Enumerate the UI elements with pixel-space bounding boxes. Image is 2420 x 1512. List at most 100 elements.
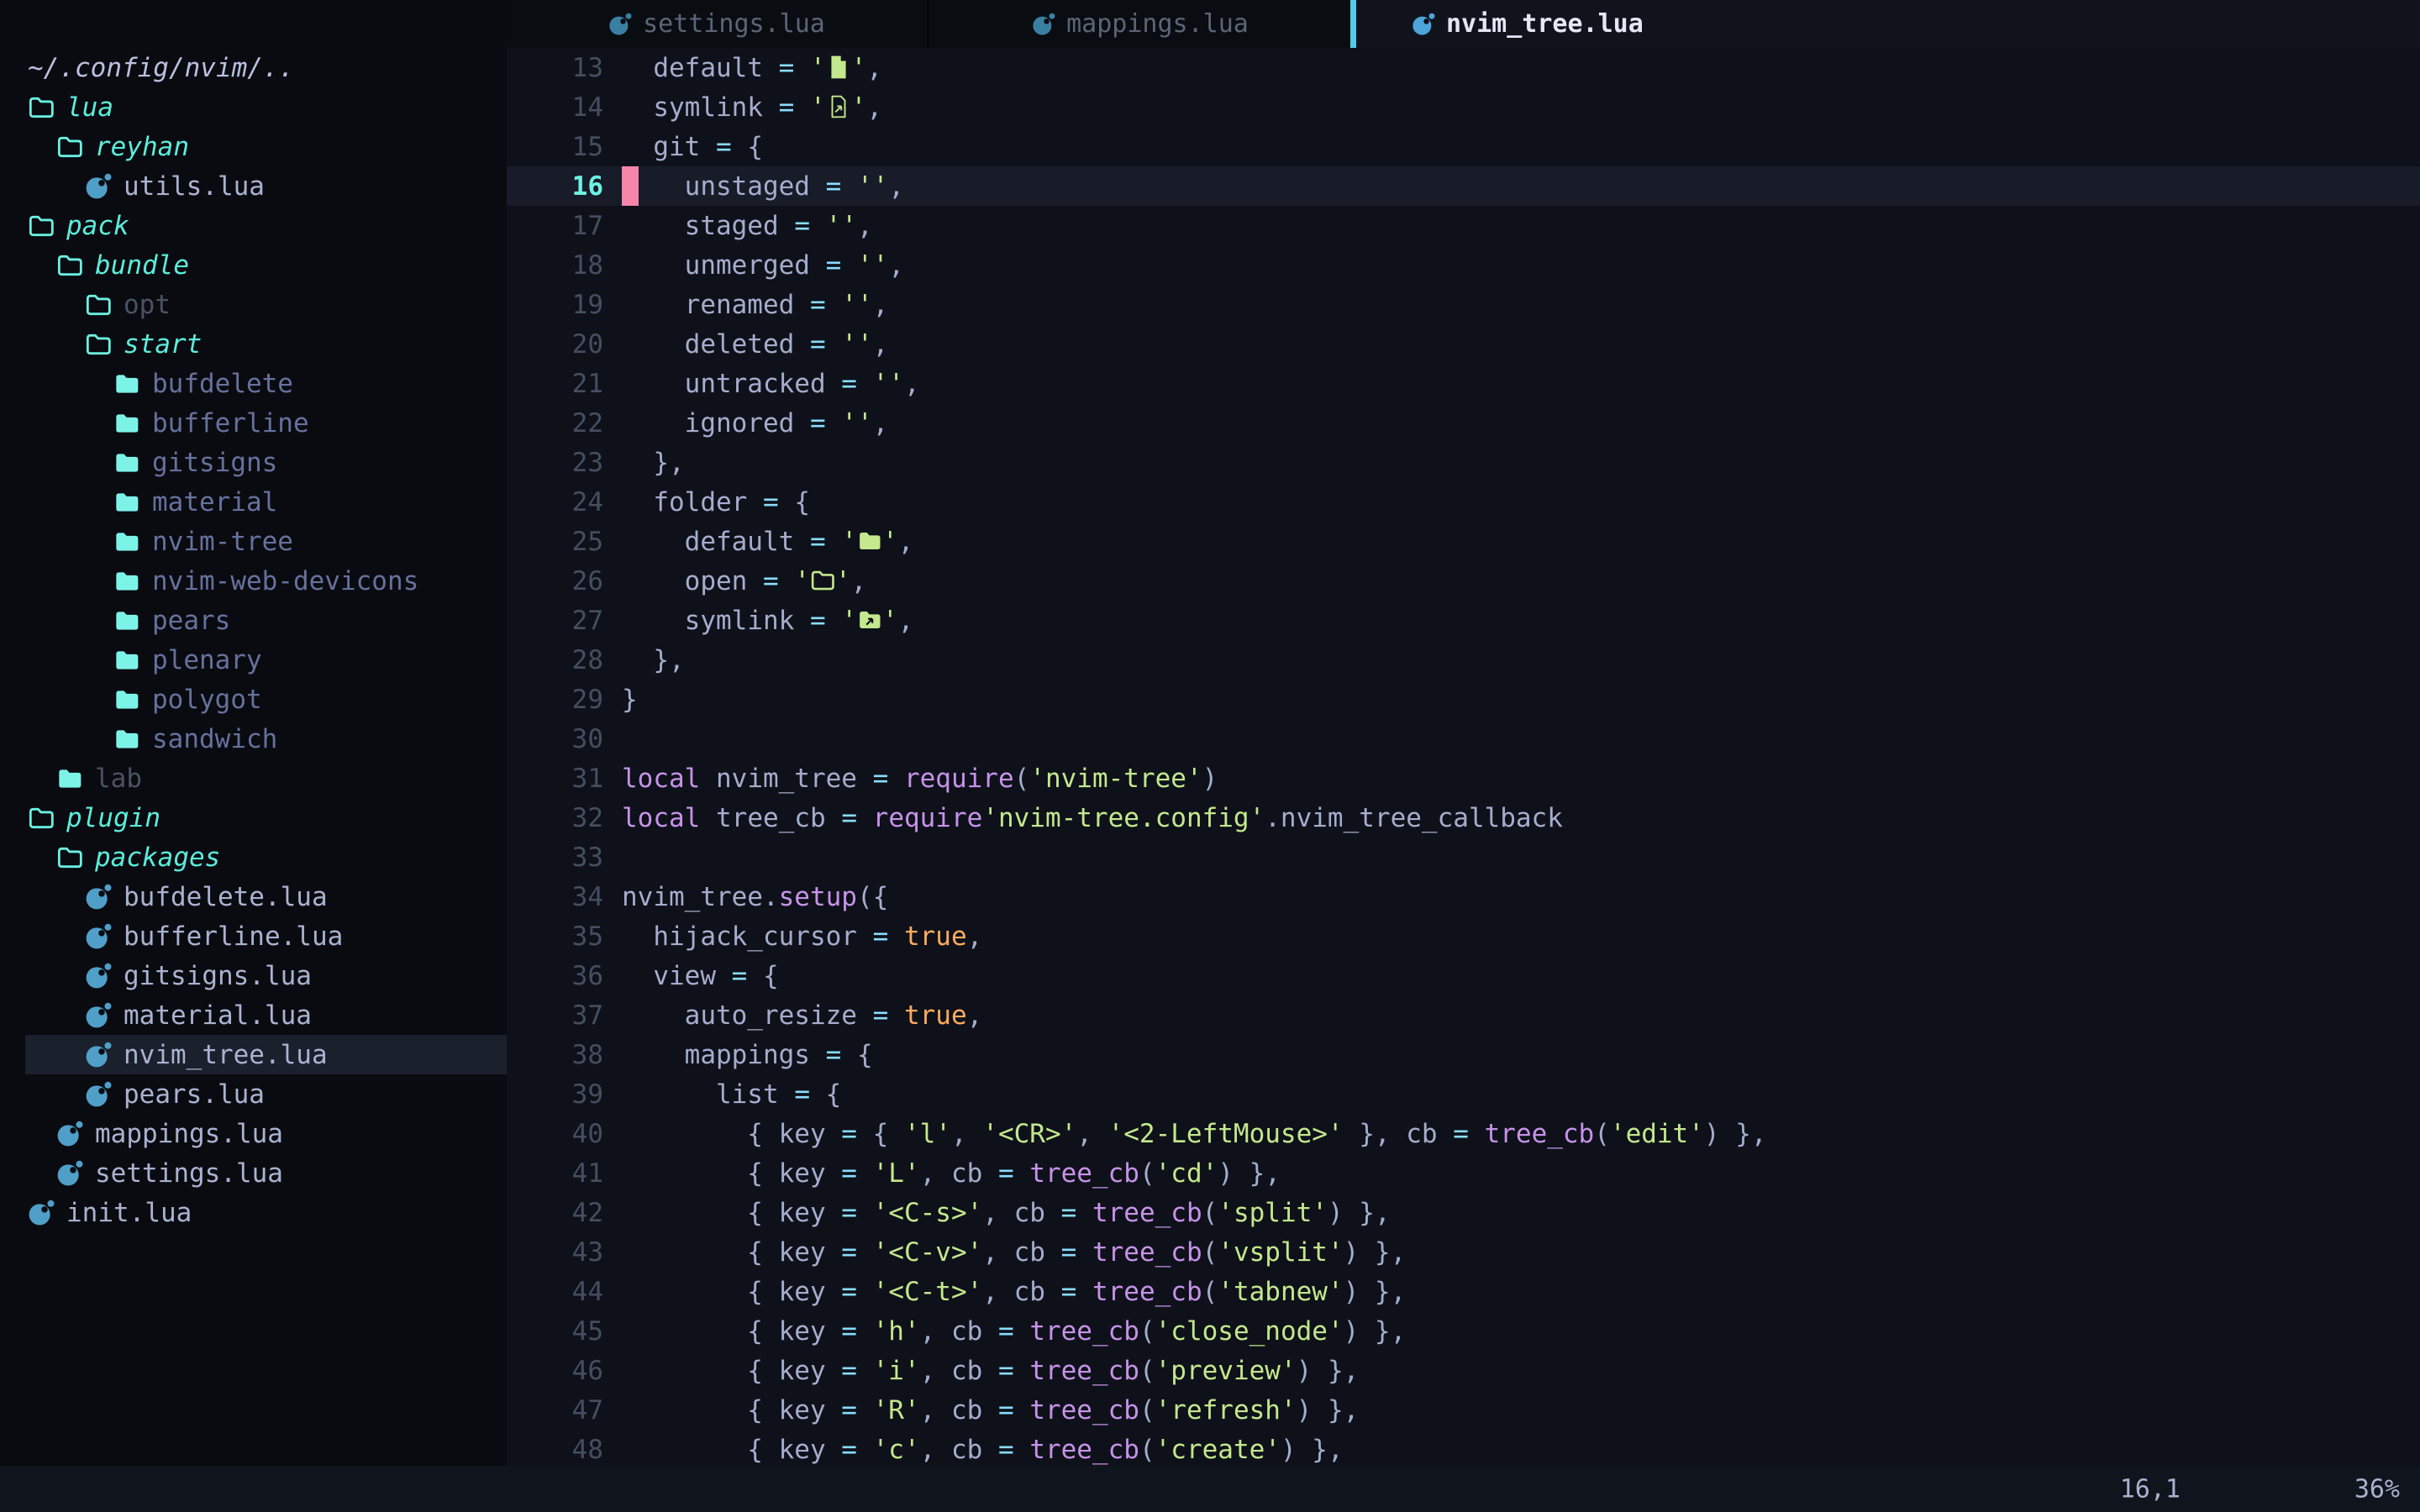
code-line-27[interactable]: 27 symlink = '',: [507, 601, 2420, 640]
code-line-46[interactable]: 46 { key = 'i', cb = tree_cb('preview') …: [507, 1351, 2420, 1390]
lua-file-icon: [85, 1002, 112, 1029]
line-text: local nvim_tree = require('nvim-tree'): [622, 764, 1218, 794]
code-line-41[interactable]: 41 { key = 'L', cb = tree_cb('cd') },: [507, 1153, 2420, 1193]
tree-item-label: bufferline: [152, 408, 309, 438]
token: view: [622, 961, 732, 991]
code-line-16[interactable]: 16 unstaged = '',: [507, 166, 2420, 206]
token: nvim_tree: [700, 764, 872, 794]
tree-item-label: bufdelete: [152, 369, 293, 399]
code-line-18[interactable]: 18 unmerged = '',: [507, 245, 2420, 285]
tree-item-material.lua[interactable]: material.lua: [0, 995, 507, 1035]
token: =: [810, 606, 826, 636]
code-line-43[interactable]: 43 { key = '<C-v>', cb = tree_cb('vsplit…: [507, 1232, 2420, 1272]
tree-item-mappings.lua[interactable]: mappings.lua: [0, 1114, 507, 1153]
token: 'create': [1155, 1435, 1281, 1465]
token: default: [622, 53, 779, 83]
folder-icon: [113, 449, 140, 476]
tree-item-pears[interactable]: pears: [0, 601, 507, 640]
code-line-24[interactable]: 24 folder = {: [507, 482, 2420, 522]
code-editor[interactable]: 13 default = '',14 symlink = '',15 git =…: [507, 48, 2420, 1466]
folder-icon: [113, 410, 140, 437]
tree-item-gitsigns[interactable]: gitsigns: [0, 443, 507, 482]
code-line-15[interactable]: 15 git = {: [507, 127, 2420, 166]
code-line-23[interactable]: 23 },: [507, 443, 2420, 482]
code-line-36[interactable]: 36 view = {: [507, 956, 2420, 995]
tree-item-polygot[interactable]: polygot: [0, 680, 507, 719]
token: [826, 408, 842, 438]
code-line-40[interactable]: 40 { key = { 'l', '<CR>', '<2-LeftMouse>…: [507, 1114, 2420, 1153]
token: , cb: [920, 1395, 998, 1425]
code-line-22[interactable]: 22 ignored = '',: [507, 403, 2420, 443]
tree-item-nvim-tree[interactable]: nvim-tree: [0, 522, 507, 561]
tab-nvim_tree.lua[interactable]: nvim_tree.lua: [1356, 0, 1702, 48]
code-line-42[interactable]: 42 { key = '<C-s>', cb = tree_cb('split'…: [507, 1193, 2420, 1232]
code-line-29[interactable]: 29}: [507, 680, 2420, 719]
tree-item-bufdelete.lua[interactable]: bufdelete.lua: [0, 877, 507, 916]
token: =: [998, 1356, 1014, 1386]
tree-item-pears.lua[interactable]: pears.lua: [0, 1074, 507, 1114]
token: local: [622, 803, 700, 833]
code-line-26[interactable]: 26 open = '',: [507, 561, 2420, 601]
code-line-13[interactable]: 13 default = '',: [507, 48, 2420, 87]
tree-item-reyhan[interactable]: reyhan: [0, 127, 507, 166]
tree-item-nvim-web-devicons[interactable]: nvim-web-devicons: [0, 561, 507, 601]
code-line-33[interactable]: 33: [507, 837, 2420, 877]
code-line-14[interactable]: 14 symlink = '',: [507, 87, 2420, 127]
folder-icon: [113, 647, 140, 674]
code-line-25[interactable]: 25 default = '',: [507, 522, 2420, 561]
tree-item-pack[interactable]: pack: [0, 206, 507, 245]
code-line-20[interactable]: 20 deleted = '',: [507, 324, 2420, 364]
code-line-44[interactable]: 44 { key = '<C-t>', cb = tree_cb('tabnew…: [507, 1272, 2420, 1311]
tree-item-packages[interactable]: packages: [0, 837, 507, 877]
tree-item-bufferline.lua[interactable]: bufferline.lua: [0, 916, 507, 956]
code-line-34[interactable]: 34nvim_tree.setup({: [507, 877, 2420, 916]
code-line-45[interactable]: 45 { key = 'h', cb = tree_cb('close_node…: [507, 1311, 2420, 1351]
code-line-48[interactable]: 48 { key = 'c', cb = tree_cb('create') }…: [507, 1430, 2420, 1466]
lua-file-icon: [56, 1121, 83, 1147]
tab-mappings.lua[interactable]: mappings.lua: [930, 0, 1350, 48]
line-number: 48: [507, 1435, 603, 1465]
code-line-32[interactable]: 32local tree_cb = require'nvim-tree.conf…: [507, 798, 2420, 837]
tree-item-gitsigns.lua[interactable]: gitsigns.lua: [0, 956, 507, 995]
token: [841, 250, 857, 281]
code-line-30[interactable]: 30: [507, 719, 2420, 759]
tree-item-lua[interactable]: lua: [0, 87, 507, 127]
line-number: 18: [507, 250, 603, 281]
code-line-28[interactable]: 28 },: [507, 640, 2420, 680]
token: =: [810, 408, 826, 438]
tree-item-opt[interactable]: opt: [0, 285, 507, 324]
code-line-47[interactable]: 47 { key = 'R', cb = tree_cb('refresh') …: [507, 1390, 2420, 1430]
token: ': [835, 566, 851, 596]
tree-item-label: pack: [66, 211, 129, 241]
code-line-21[interactable]: 21 untracked = '',: [507, 364, 2420, 403]
token: tree_cb: [700, 803, 841, 833]
tree-item-bufdelete[interactable]: bufdelete: [0, 364, 507, 403]
code-line-38[interactable]: 38 mappings = {: [507, 1035, 2420, 1074]
line-text: { key = 'L', cb = tree_cb('cd') },: [622, 1158, 1281, 1189]
tree-item-bundle[interactable]: bundle: [0, 245, 507, 285]
tree-item-lab[interactable]: lab: [0, 759, 507, 798]
tree-item-start[interactable]: start: [0, 324, 507, 364]
tree-item-plenary[interactable]: plenary: [0, 640, 507, 680]
folder-icon: [113, 370, 140, 397]
tree-item-settings.lua[interactable]: settings.lua: [0, 1153, 507, 1193]
code-line-39[interactable]: 39 list = {: [507, 1074, 2420, 1114]
token: [857, 1158, 873, 1189]
tab-settings.lua[interactable]: settings.lua: [507, 0, 927, 48]
code-line-37[interactable]: 37 auto_resize = true,: [507, 995, 2420, 1035]
code-line-31[interactable]: 31local nvim_tree = require('nvim-tree'): [507, 759, 2420, 798]
tree-item-nvim_tree.lua[interactable]: nvim_tree.lua: [0, 1035, 507, 1074]
tree-item-plugin[interactable]: plugin: [0, 798, 507, 837]
code-line-35[interactable]: 35 hijack_cursor = true,: [507, 916, 2420, 956]
code-line-19[interactable]: 19 renamed = '',: [507, 285, 2420, 324]
tree-item-bufferline[interactable]: bufferline: [0, 403, 507, 443]
tree-item-material[interactable]: material: [0, 482, 507, 522]
tree-item-sandwich[interactable]: sandwich: [0, 719, 507, 759]
tree-item-init.lua[interactable]: init.lua: [0, 1193, 507, 1232]
token: tree_cb: [1029, 1435, 1139, 1465]
tree-item-utils.lua[interactable]: utils.lua: [0, 166, 507, 206]
tree-item-.confignvim..[interactable]: ~/.config/nvim/..: [0, 48, 507, 87]
line-text: { key = 'i', cb = tree_cb('preview') },: [622, 1356, 1359, 1386]
token: , cb: [920, 1158, 998, 1189]
code-line-17[interactable]: 17 staged = '',: [507, 206, 2420, 245]
